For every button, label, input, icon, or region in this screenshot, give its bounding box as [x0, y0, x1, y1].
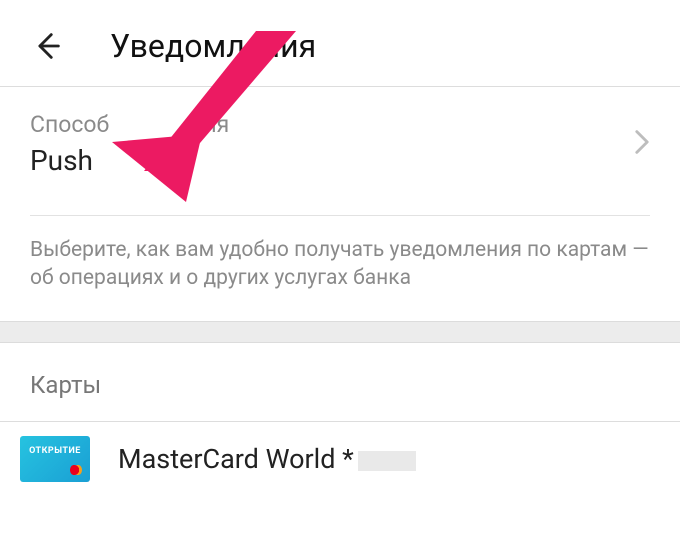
- notification-method-value: Push: [30, 144, 634, 177]
- card-name-text: MasterCard World: [118, 443, 342, 475]
- back-button[interactable]: [30, 24, 74, 68]
- header-bar: Уведомления: [0, 0, 680, 86]
- notification-method-label: Способ получения: [30, 111, 634, 138]
- chevron-right-icon: [634, 129, 650, 159]
- notification-method-text: Способ получения Push: [30, 111, 634, 177]
- notification-method-row[interactable]: Способ получения Push: [30, 111, 650, 177]
- card-mask-prefix: *: [342, 443, 354, 475]
- method-label-suffix: ния: [190, 111, 229, 138]
- notification-method-section: Способ получения Push: [0, 87, 680, 195]
- card-bank-label: ОТКРЫТИЕ: [24, 446, 86, 456]
- page-title: Уведомления: [110, 27, 316, 65]
- method-label-part1: Способ: [30, 111, 109, 138]
- card-name: MasterCard World *: [118, 443, 416, 475]
- card-thumbnail: ОТКРЫТИЕ: [20, 436, 90, 482]
- arrow-left-icon: [30, 29, 64, 63]
- cards-section-header: Карты: [0, 343, 680, 421]
- mastercard-logo-icon: [70, 464, 82, 476]
- card-masked-number: [358, 451, 416, 471]
- card-row[interactable]: ОТКРЫТИЕ MasterCard World *: [0, 422, 680, 502]
- section-separator: [0, 321, 680, 343]
- notification-description: Выберите, как вам удобно получать уведом…: [0, 216, 680, 321]
